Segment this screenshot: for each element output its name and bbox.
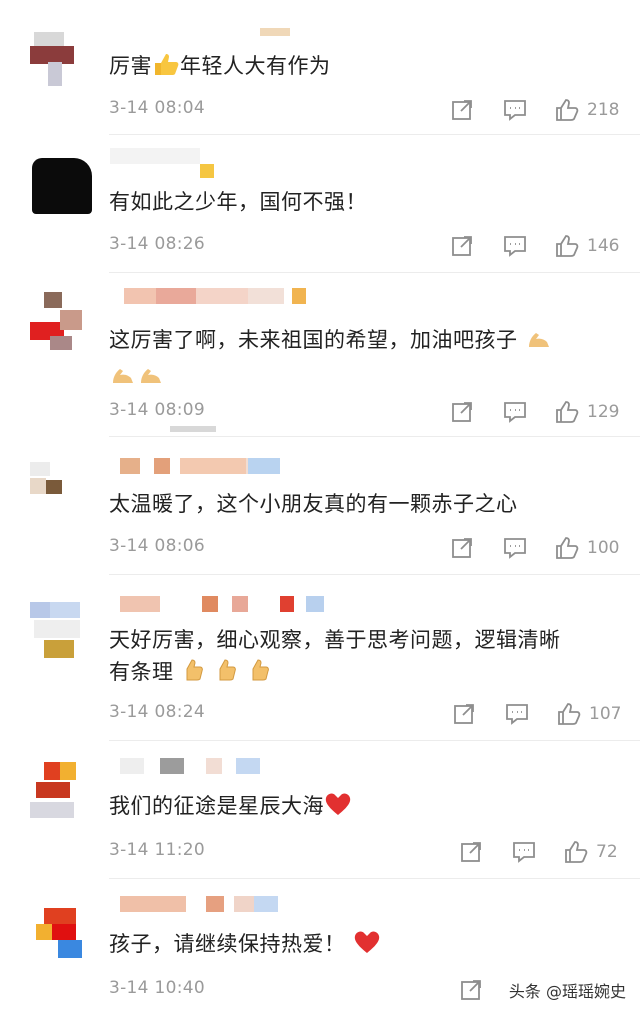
- reply-button[interactable]: [512, 840, 536, 864]
- like-count: 218: [587, 100, 620, 120]
- share-button[interactable]: [452, 702, 476, 726]
- thumbs-up-icon: [558, 703, 581, 725]
- thumbs-up-emoji-icon: [181, 657, 207, 692]
- share-icon: [461, 842, 481, 862]
- thumbs-up-icon: [556, 99, 579, 121]
- avatar[interactable]: [30, 292, 94, 356]
- comment-icon: [504, 236, 526, 257]
- comment-icon: [504, 402, 526, 423]
- timestamp: 3-14 10:40: [109, 978, 205, 998]
- timestamp: 3-14 08:04: [109, 98, 205, 118]
- avatar[interactable]: [30, 462, 94, 526]
- thumbs-up-emoji-icon: [214, 657, 240, 692]
- like-count: 129: [587, 402, 620, 422]
- comment-meta: 3-14 11:20 72: [109, 840, 620, 864]
- blurred-fragment: [170, 426, 216, 432]
- timestamp: 3-14 08:06: [109, 536, 205, 556]
- avatar[interactable]: [30, 900, 94, 964]
- comment-text: 厉害 年轻人大有作为: [109, 50, 600, 86]
- divider: [109, 272, 640, 273]
- like-count: 100: [587, 538, 620, 558]
- flexed-biceps-emoji-icon: [109, 363, 137, 396]
- share-icon: [461, 980, 481, 1000]
- red-heart-emoji-icon: [324, 791, 352, 826]
- divider: [109, 436, 640, 437]
- reply-button[interactable]: [503, 536, 527, 560]
- share-button[interactable]: [450, 234, 474, 258]
- thumbs-up-icon: [556, 401, 579, 423]
- timestamp: 3-14 08:26: [109, 234, 205, 254]
- avatar[interactable]: [30, 152, 94, 216]
- like-button[interactable]: 129: [555, 400, 619, 424]
- flexed-biceps-emoji-icon: [525, 327, 553, 360]
- share-button[interactable]: [450, 400, 474, 424]
- comment-icon: [504, 538, 526, 559]
- thumbs-up-icon: [556, 235, 579, 257]
- share-icon: [452, 100, 472, 120]
- share-button[interactable]: [450, 98, 474, 122]
- comment-text: 有如此之少年，国何不强！: [109, 190, 367, 214]
- watermark: 头条 @瑶瑶婉史: [508, 982, 626, 1001]
- avatar[interactable]: [30, 762, 94, 826]
- comment-text: 天好厉害，细心观察，善于思考问题，逻辑清晰 有条理: [109, 624, 600, 692]
- username-blurred[interactable]: [110, 758, 320, 774]
- username-blurred[interactable]: [110, 596, 324, 612]
- username-blurred[interactable]: [110, 896, 320, 912]
- reply-button[interactable]: [503, 400, 527, 424]
- username-blurred[interactable]: [110, 458, 320, 474]
- comment-text: 这厉害了啊，未来祖国的希望，加油吧孩子: [109, 324, 600, 396]
- timestamp: 3-14 11:20: [109, 840, 205, 860]
- reply-button[interactable]: [505, 702, 529, 726]
- username-blurred[interactable]: [110, 28, 320, 44]
- avatar[interactable]: [30, 600, 94, 664]
- like-button[interactable]: 107: [557, 702, 621, 726]
- comment-icon: [506, 704, 528, 725]
- timestamp: 3-14 08:09: [109, 400, 205, 420]
- like-button[interactable]: 218: [555, 98, 619, 122]
- comment-text: 太温暖了，这个小朋友真的有一颗赤子之心: [109, 492, 518, 516]
- username-blurred[interactable]: [110, 288, 320, 304]
- comment-icon: [504, 100, 526, 121]
- divider: [109, 878, 640, 879]
- like-button[interactable]: 72: [564, 840, 618, 864]
- divider: [109, 134, 640, 135]
- comment-icon: [513, 842, 535, 863]
- comment-meta: 3-14 08:26 146: [109, 234, 620, 258]
- comment-meta: 3-14 08:24 107: [109, 702, 621, 726]
- timestamp: 3-14 08:24: [109, 702, 205, 722]
- thumbs-up-icon: [565, 841, 588, 863]
- share-icon: [452, 538, 472, 558]
- divider: [109, 574, 640, 575]
- username-blurred[interactable]: [110, 148, 320, 178]
- like-count: 146: [587, 236, 620, 256]
- share-button[interactable]: [459, 840, 483, 864]
- reply-button[interactable]: [503, 234, 527, 258]
- red-heart-emoji-icon: [353, 929, 381, 964]
- thumbs-up-emoji-icon: [152, 51, 180, 86]
- thumbs-up-emoji-icon: [247, 657, 273, 692]
- flexed-biceps-emoji-icon: [137, 363, 165, 396]
- avatar[interactable]: [30, 32, 94, 96]
- share-icon: [452, 402, 472, 422]
- reply-button[interactable]: [503, 98, 527, 122]
- comment-meta: 3-14 08:06 100: [109, 536, 620, 560]
- like-button[interactable]: 100: [555, 536, 619, 560]
- like-count: 107: [589, 704, 622, 724]
- share-button[interactable]: [450, 536, 474, 560]
- comment-text: 孩子，请继续保持热爱！: [109, 928, 600, 964]
- comment-meta: 3-14 08:04 218: [109, 98, 620, 122]
- comment-text: 我们的征途是星辰大海: [109, 790, 600, 826]
- divider: [109, 740, 640, 741]
- comment-meta: 3-14 08:09 129: [109, 400, 620, 424]
- thumbs-up-icon: [556, 537, 579, 559]
- like-button[interactable]: 146: [555, 234, 619, 258]
- like-count: 72: [596, 842, 618, 862]
- share-icon: [452, 236, 472, 256]
- share-button[interactable]: [459, 978, 483, 1002]
- share-icon: [454, 704, 474, 724]
